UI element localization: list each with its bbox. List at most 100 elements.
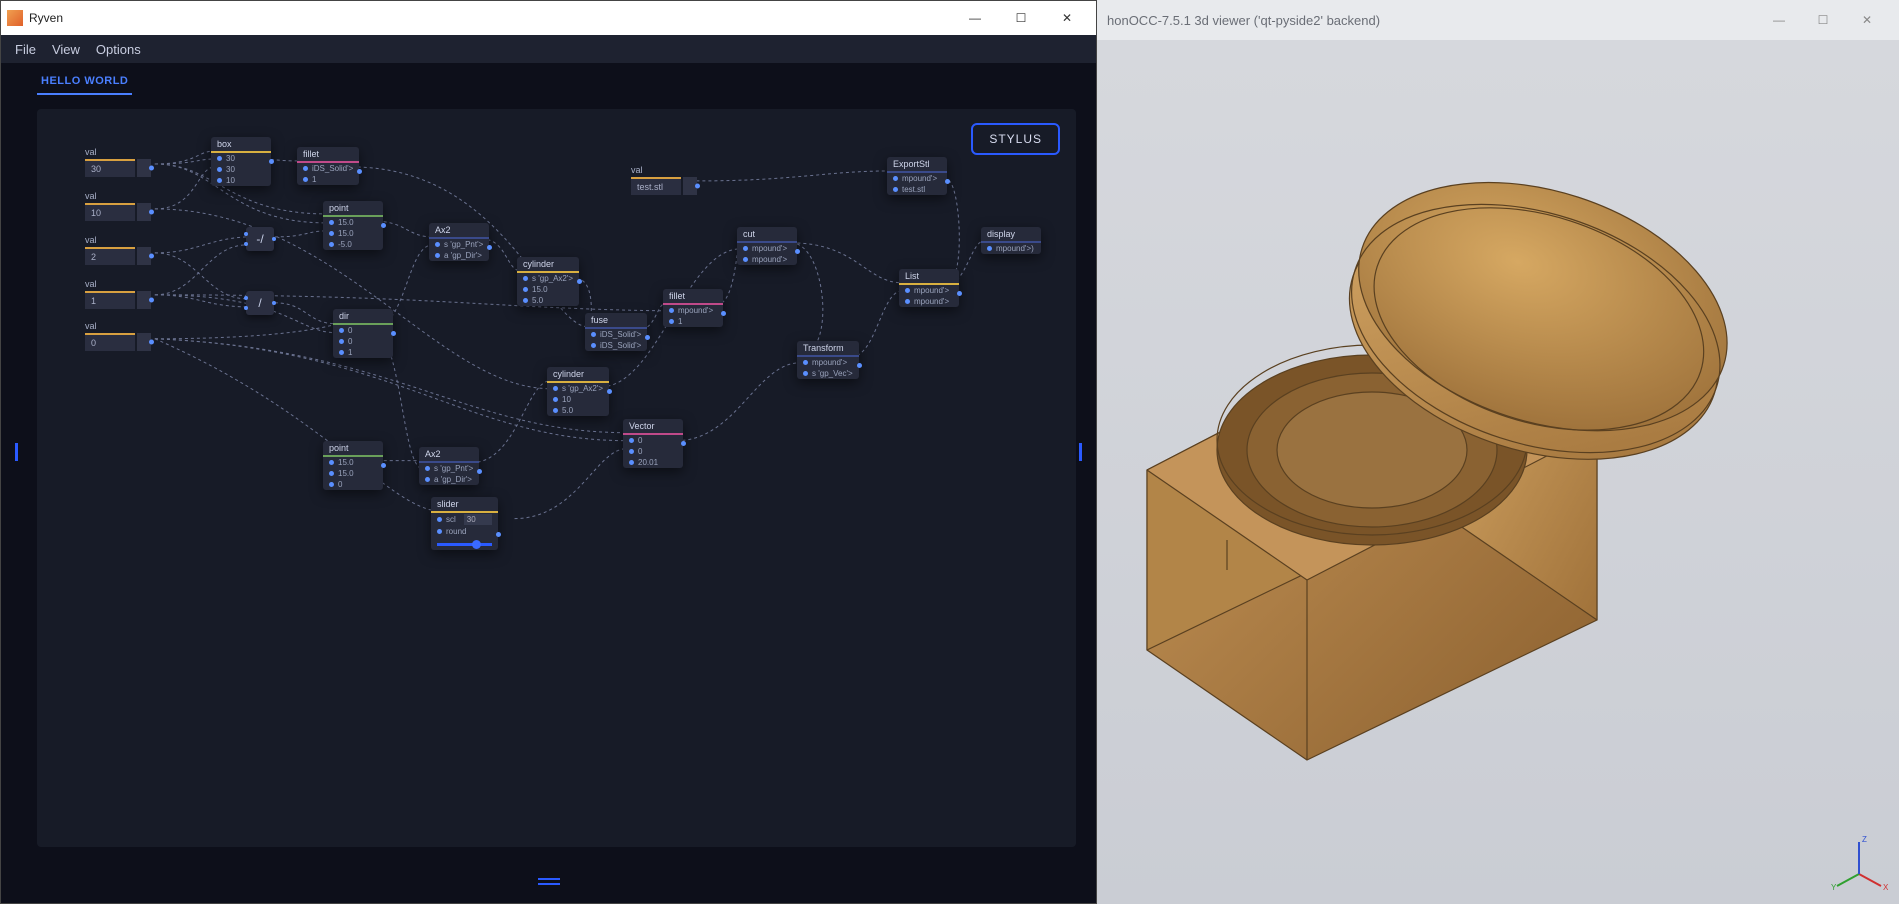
input-port[interactable] [303,166,308,171]
node-slider-17[interactable]: slidersclround [431,497,498,550]
val-output-port[interactable] [683,177,697,195]
input-port[interactable] [987,246,992,251]
node-dir-4[interactable]: dir001 [333,309,393,358]
node-vector-12[interactable]: Vector0020.01 [623,419,683,468]
input-port[interactable] [329,482,334,487]
input-port[interactable] [523,287,528,292]
close-button[interactable]: ✕ [1044,3,1090,33]
node-display-16[interactable]: displaympound'>) [981,227,1041,254]
val-node-1[interactable]: val [85,191,151,221]
node-fuse-6[interactable]: fuseiDS_Solid'>iDS_Solid'> [585,313,647,351]
input-port[interactable] [893,187,898,192]
input-port[interactable] [553,397,558,402]
slider-value-input[interactable] [464,514,492,525]
maximize-button[interactable]: ☐ [998,3,1044,33]
val-input[interactable] [85,291,135,309]
input-port[interactable] [803,371,808,376]
input-port[interactable] [553,408,558,413]
val-node-2[interactable]: val [85,235,151,265]
val-node-4[interactable]: val [85,321,151,351]
val-node-5[interactable]: val [631,165,697,195]
input-port[interactable] [803,360,808,365]
val-input[interactable] [85,159,135,177]
val-node-0[interactable]: val [85,147,151,177]
input-port[interactable] [217,178,222,183]
stylus-button[interactable]: STYLUS [971,123,1060,155]
input-port[interactable] [743,257,748,262]
node-fillet-8[interactable]: filletmpound'>1 [663,289,723,327]
input-port[interactable] [743,246,748,251]
node-cylinder-5[interactable]: cylinders 'gp_Ax2'>15.05.0 [517,257,579,306]
input-port[interactable] [329,220,334,225]
left-panel-handle[interactable] [15,443,18,461]
node-cut-7[interactable]: cutmpound'>mpound'> [737,227,797,265]
input-port[interactable] [425,466,430,471]
input-port[interactable] [435,242,440,247]
tab-hello-world[interactable]: HELLO WORLD [37,71,132,95]
right-panel-handle[interactable] [1079,443,1082,461]
input-port[interactable] [591,332,596,337]
occ-titlebar[interactable]: honOCC-7.5.1 3d viewer ('qt-pyside2' bac… [1097,0,1899,40]
menu-view[interactable]: View [52,42,80,57]
input-port[interactable] [329,460,334,465]
minimize-button[interactable]: — [952,3,998,33]
input-port[interactable] [339,328,344,333]
input-port[interactable] [893,176,898,181]
node-transform-13[interactable]: Transformmpound'>s 'gp_Vec'> [797,341,859,379]
node-point-10[interactable]: point15.015.00 [323,441,383,490]
node-title: point [323,441,383,455]
val-output-port[interactable] [137,159,151,177]
node-cylinder-9[interactable]: cylinders 'gp_Ax2'>105.0 [547,367,609,416]
val-output-port[interactable] [137,333,151,351]
input-port[interactable] [553,386,558,391]
input-port[interactable] [669,308,674,313]
input-port[interactable] [629,449,634,454]
input-port[interactable] [217,156,222,161]
input-port[interactable] [329,471,334,476]
input-port[interactable] [329,242,334,247]
input-port[interactable] [435,253,440,258]
occ-maximize-button[interactable]: ☐ [1801,5,1845,35]
node-box-0[interactable]: box303010 [211,137,271,186]
input-port[interactable] [329,231,334,236]
menu-options[interactable]: Options [96,42,141,57]
occ-close-button[interactable]: ✕ [1845,5,1889,35]
menu-file[interactable]: File [15,42,36,57]
input-port[interactable] [591,343,596,348]
input-port[interactable] [905,288,910,293]
occ-minimize-button[interactable]: — [1757,5,1801,35]
node-canvas[interactable]: STYLUS [37,109,1076,847]
node-fillet-1[interactable]: filletiDS_Solid'>1 [297,147,359,185]
input-port[interactable] [339,350,344,355]
val-node-3[interactable]: val [85,279,151,309]
input-port[interactable] [905,299,910,304]
bottom-panel-handle[interactable] [538,878,560,885]
input-port[interactable] [523,298,528,303]
input-port[interactable] [217,167,222,172]
val-input[interactable] [85,203,135,221]
node-ax2-11[interactable]: Ax2s 'gp_Pnt'>a 'gp_Dir'> [419,447,479,485]
occ-3d-viewport[interactable]: X Y Z [1097,40,1899,904]
val-input[interactable] [85,247,135,265]
node-ax2-3[interactable]: Ax2s 'gp_Pnt'>a 'gp_Dir'> [429,223,489,261]
val-output-port[interactable] [137,291,151,309]
input-port[interactable] [629,438,634,443]
input-port[interactable] [629,460,634,465]
input-port[interactable] [425,477,430,482]
val-output-port[interactable] [137,203,151,221]
slider-thumb[interactable] [472,540,481,549]
input-port[interactable] [339,339,344,344]
op-node-1[interactable]: / [246,291,274,315]
node-point-2[interactable]: point15.015.0-5.0 [323,201,383,250]
ryven-titlebar[interactable]: Ryven — ☐ ✕ [1,1,1096,35]
node-list-14[interactable]: Listmpound'>mpound'> [899,269,959,307]
val-input[interactable] [631,177,681,195]
val-input[interactable] [85,333,135,351]
input-port[interactable] [669,319,674,324]
op-node-0[interactable]: -/ [246,227,274,251]
node-exportstl-15[interactable]: ExportStlmpound'>test.stl [887,157,947,195]
input-port[interactable] [303,177,308,182]
slider-track[interactable] [437,543,492,546]
input-port[interactable] [523,276,528,281]
val-output-port[interactable] [137,247,151,265]
